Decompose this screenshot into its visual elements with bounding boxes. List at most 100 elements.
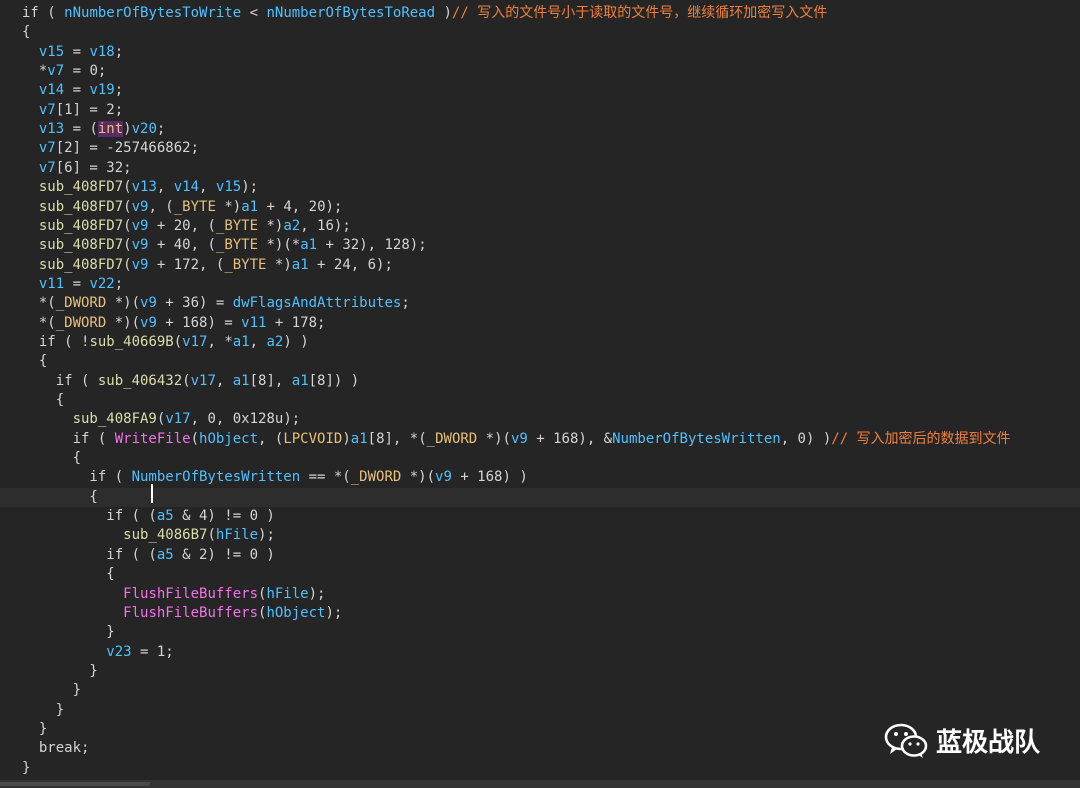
code-line[interactable]: v13 = (int)v20; bbox=[0, 120, 165, 139]
code-line[interactable]: } bbox=[0, 720, 47, 739]
code-line[interactable]: break; bbox=[0, 739, 90, 758]
code-token: *( bbox=[22, 314, 56, 331]
code-line[interactable]: FlushFileBuffers(hObject); bbox=[0, 604, 342, 623]
code-token: hObject bbox=[266, 604, 326, 621]
code-line[interactable]: *v7 = 0; bbox=[0, 62, 106, 81]
code-line[interactable]: if ( WriteFile(hObject, (LPCVOID)a1[8], … bbox=[0, 430, 1011, 449]
code-token: v23 bbox=[106, 643, 132, 660]
code-token: ); bbox=[325, 604, 343, 621]
code-line[interactable]: sub_408FA9(v17, 0, 0x128u); bbox=[0, 410, 301, 429]
code-line[interactable]: } bbox=[0, 701, 64, 720]
code-line[interactable]: { bbox=[0, 23, 30, 42]
code-line[interactable]: v7[2] = -257466862; bbox=[0, 139, 199, 158]
code-token: a1 bbox=[241, 198, 259, 215]
code-line[interactable]: sub_4086B7(hFile); bbox=[0, 526, 275, 545]
code-token: a5 bbox=[156, 546, 174, 563]
code-line[interactable]: v11 = v22; bbox=[0, 275, 123, 294]
code-line[interactable]: if ( NumberOfBytesWritten == *(_DWORD *)… bbox=[0, 468, 527, 487]
code-line[interactable]: sub_408FD7(v9 + 20, (_BYTE *)a2, 16); bbox=[0, 217, 351, 236]
code-token: = bbox=[64, 275, 90, 292]
code-token: sub_408FD7 bbox=[38, 198, 124, 215]
code-line[interactable]: v14 = v19; bbox=[0, 81, 123, 100]
pseudocode-view[interactable]: if ( nNumberOfBytesToWrite < nNumberOfBy… bbox=[0, 0, 1080, 780]
code-token: { bbox=[22, 392, 65, 408]
code-token: { bbox=[22, 450, 82, 467]
code-token: FlushFileBuffers bbox=[123, 585, 259, 602]
code-token: } bbox=[22, 682, 82, 699]
code-token: hFile bbox=[266, 585, 309, 602]
code-token: & 2) != 0 ) bbox=[173, 546, 275, 563]
code-token: v22 bbox=[89, 275, 115, 292]
code-line[interactable]: *(_DWORD *)(v9 + 168) = v11 + 178; bbox=[0, 314, 326, 333]
code-token: , bbox=[156, 179, 174, 196]
code-token: v15 bbox=[215, 179, 242, 196]
code-line[interactable]: if ( (a5 & 2) != 0 ) bbox=[0, 546, 275, 565]
code-line[interactable]: } bbox=[0, 623, 115, 642]
code-line[interactable]: v15 = v18; bbox=[0, 43, 123, 62]
code-token: + 36) = bbox=[156, 295, 233, 312]
code-line[interactable]: FlushFileBuffers(hFile); bbox=[0, 585, 325, 604]
code-line[interactable]: } bbox=[0, 662, 97, 681]
code-token: v15 bbox=[38, 43, 65, 60]
code-token: ) ) bbox=[283, 333, 309, 350]
code-token: a1 bbox=[350, 430, 368, 447]
code-line[interactable]: { bbox=[0, 391, 64, 410]
code-line[interactable]: v7[1] = 2; bbox=[0, 101, 123, 120]
code-token: if ( ( bbox=[22, 508, 157, 525]
code-token: [1] = 2; bbox=[55, 101, 124, 118]
code-token: ; bbox=[114, 82, 124, 99]
code-line[interactable]: sub_408FD7(v9, (_BYTE *)a1 + 4, 20); bbox=[0, 198, 343, 217]
code-line[interactable]: sub_408FD7(v9 + 172, (_BYTE *)a1 + 24, 6… bbox=[0, 256, 393, 275]
code-token: ) bbox=[123, 121, 132, 138]
code-token: v13 bbox=[131, 179, 157, 196]
code-token: ( bbox=[182, 372, 191, 389]
code-token: _DWORD bbox=[55, 314, 107, 331]
code-token: v7 bbox=[38, 140, 56, 157]
code-line[interactable]: sub_408FD7(v9 + 40, (_BYTE *)(*a1 + 32),… bbox=[0, 236, 427, 255]
code-token: _DWORD bbox=[426, 430, 478, 447]
code-token: v14 bbox=[38, 82, 65, 99]
code-token: ( bbox=[123, 256, 132, 273]
code-token: sub_4086B7 bbox=[123, 527, 208, 544]
code-token: sub_40669B bbox=[89, 333, 174, 350]
code-line[interactable]: } bbox=[0, 681, 81, 700]
code-line[interactable]: if ( nNumberOfBytesToWrite < nNumberOfBy… bbox=[0, 4, 827, 23]
scrollbar-thumb[interactable] bbox=[0, 782, 150, 786]
code-line[interactable]: { bbox=[0, 565, 115, 584]
code-token: WriteFile bbox=[114, 430, 191, 447]
code-token: ( bbox=[123, 198, 132, 215]
code-token: int bbox=[97, 121, 124, 138]
code-line[interactable]: sub_408FD7(v13, v14, v15); bbox=[0, 178, 258, 197]
watermark-text: 蓝极战队 bbox=[936, 728, 1041, 758]
code-line[interactable]: if ( (a5 & 4) != 0 ) bbox=[0, 507, 275, 526]
code-line[interactable]: if ( !sub_40669B(v17, *a1, a2) ) bbox=[0, 333, 309, 352]
code-token: { bbox=[22, 566, 115, 583]
code-token: v9 bbox=[435, 469, 452, 486]
code-token: = ( bbox=[64, 121, 98, 138]
code-token: } bbox=[22, 759, 31, 776]
code-line[interactable]: v23 = 1; bbox=[0, 643, 173, 662]
code-token: v7 bbox=[47, 63, 65, 80]
code-token: + 168) = bbox=[156, 314, 242, 331]
code-token: nNumberOfBytesToWrite bbox=[64, 5, 242, 21]
code-line[interactable]: { bbox=[0, 352, 47, 371]
code-line[interactable]: *(_DWORD *)(v9 + 36) = dwFlagsAndAttribu… bbox=[0, 294, 410, 313]
code-line[interactable]: { bbox=[0, 487, 1080, 508]
code-token: *)(* bbox=[258, 237, 301, 254]
code-comment: // 写入的文件号小于读取的文件号，继续循环加密写入文件 bbox=[451, 5, 828, 21]
code-line[interactable]: } bbox=[0, 759, 30, 778]
code-line[interactable]: v7[6] = 32; bbox=[0, 159, 132, 178]
code-token: ) bbox=[342, 430, 351, 447]
code-line[interactable]: { bbox=[0, 449, 81, 468]
code-line[interactable]: if ( sub_406432(v17, a1[8], a1[8]) ) bbox=[0, 372, 360, 391]
horizontal-scrollbar[interactable] bbox=[0, 780, 1080, 788]
code-token: } bbox=[22, 624, 115, 641]
code-token: * bbox=[22, 63, 48, 80]
code-token: ( bbox=[123, 179, 132, 196]
code-token: ( bbox=[123, 237, 132, 254]
code-token: + 178; bbox=[266, 314, 326, 331]
code-token: v11 bbox=[241, 314, 267, 331]
